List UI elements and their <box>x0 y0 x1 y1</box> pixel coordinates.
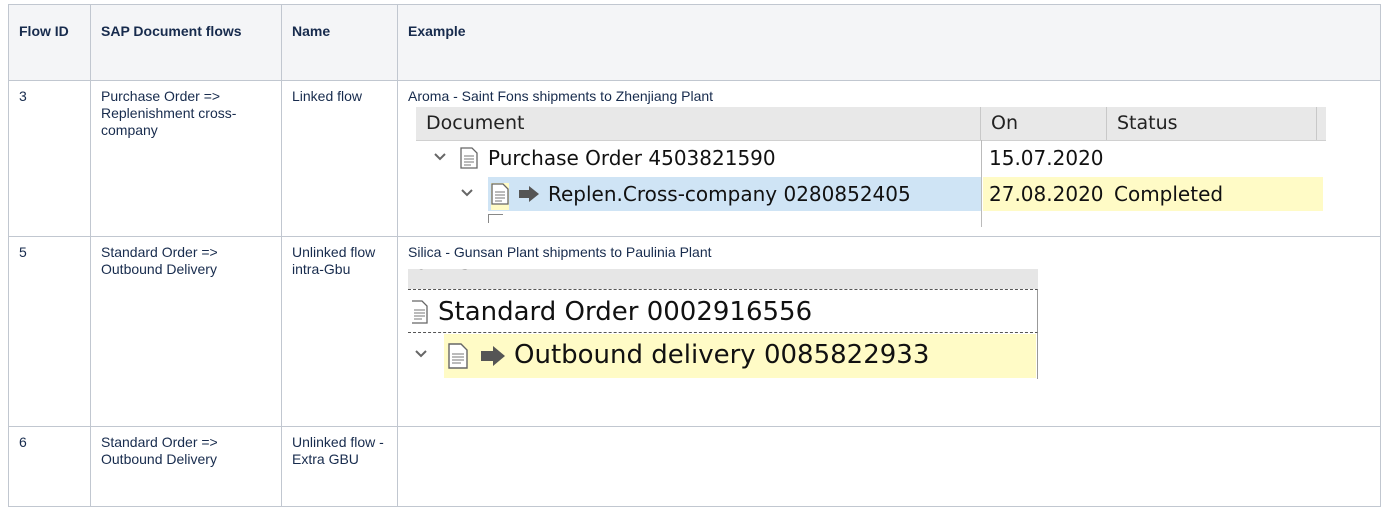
example-caption: Aroma - Saint Fons shipments to Zhenjian… <box>408 88 714 104</box>
document-icon <box>448 343 468 374</box>
sap-column-header: Document On Status <box>416 107 1326 141</box>
partial-row-icon <box>488 214 503 223</box>
cell-flow: Standard Order => Outbound Delivery <box>90 236 282 427</box>
arrow-right-icon <box>518 185 540 208</box>
sap-row-purchase-order[interactable]: Purchase Order 4503821590 15.07.2020 <box>416 140 1326 176</box>
cell-flow-id: 5 <box>8 236 91 427</box>
table-row: 3 Purchase Order => Replenishment cross-… <box>8 80 1381 237</box>
header-name: Name <box>281 4 398 81</box>
header-example: Example <box>397 4 1381 81</box>
document-icon <box>491 183 509 210</box>
cell-example <box>397 426 1381 507</box>
cell-flow-id: 6 <box>8 426 91 507</box>
cell-flow: Standard Order => Outbound Delivery <box>90 426 282 507</box>
sap-row-label: Purchase Order 4503821590 <box>488 146 776 170</box>
cell-flow: Purchase Order => Replenishment cross-co… <box>90 80 282 237</box>
sap-row-status: Completed <box>1114 182 1224 206</box>
chevron-down-icon <box>414 347 428 366</box>
sap-row-date: 15.07.2020 <box>989 146 1104 170</box>
cell-example: Aroma - Saint Fons shipments to Zhenjian… <box>397 80 1381 237</box>
document-icon <box>412 300 428 329</box>
column-on: On <box>981 107 1107 140</box>
cell-name: Linked flow <box>281 80 398 237</box>
sap-column-header: ument <box>408 269 1038 289</box>
chevron-down-icon <box>460 186 474 205</box>
table-header-row: Flow ID SAP Document flows Name Example <box>8 4 1381 81</box>
sap-flow-screenshot: ument Standard Order 0002916556 <box>408 269 1046 419</box>
cell-flow-id: 3 <box>8 80 91 237</box>
document-flow-table: Flow ID SAP Document flows Name Example … <box>8 4 1381 507</box>
example-caption: Silica - Gunsan Plant shipments to Pauli… <box>408 244 712 260</box>
sap-row-label: Replen.Cross-company 0280852405 <box>548 182 911 206</box>
table-row: 5 Standard Order => Outbound Delivery Un… <box>8 236 1381 427</box>
sap-row-replenishment[interactable]: Replen.Cross-company 0280852405 27.08.20… <box>416 176 1326 212</box>
column-document: ument <box>414 269 498 274</box>
sap-row-label: Standard Order 0002916556 <box>438 297 813 327</box>
chevron-down-icon <box>433 150 447 169</box>
document-icon <box>460 147 478 174</box>
header-flow-id: Flow ID <box>8 4 91 81</box>
sap-row-label: Outbound delivery 0085822933 <box>514 340 930 370</box>
cell-name: Unlinked flow intra-Gbu <box>281 236 398 427</box>
cell-example: Silica - Gunsan Plant shipments to Pauli… <box>397 236 1381 427</box>
column-document: Document <box>416 107 981 140</box>
cell-name: Unlinked flow - Extra GBU <box>281 426 398 507</box>
arrow-right-icon <box>480 345 506 372</box>
sap-flow-screenshot: Document On Status Purchase Order 450382… <box>416 107 1326 227</box>
header-sap-document-flows: SAP Document flows <box>90 4 282 81</box>
sap-row-outbound-delivery[interactable]: Outbound delivery 0085822933 <box>408 333 1038 379</box>
table-row: 6 Standard Order => Outbound Delivery Un… <box>8 426 1381 507</box>
column-status: Status <box>1107 107 1317 140</box>
sap-row-standard-order[interactable]: Standard Order 0002916556 <box>408 289 1038 333</box>
sap-row-date: 27.08.2020 <box>989 182 1104 206</box>
